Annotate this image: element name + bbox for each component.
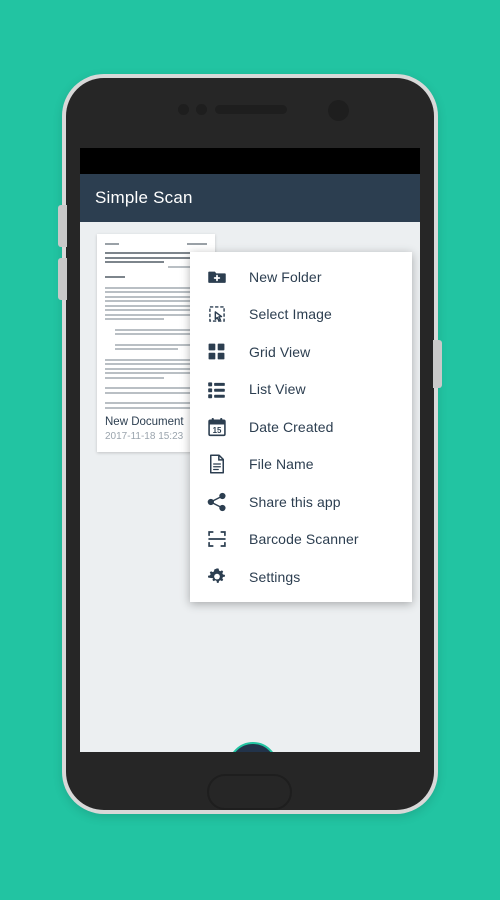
camera-fab-button[interactable] (228, 742, 278, 752)
menu-item-select-image[interactable]: Select Image (190, 296, 412, 334)
grid-view-icon (206, 341, 227, 362)
svg-text:15: 15 (212, 426, 221, 435)
thumbnail-header-lines (105, 243, 207, 245)
menu-item-new-folder[interactable]: New Folder (190, 258, 412, 296)
share-icon (206, 491, 227, 512)
app-bar: Simple Scan (80, 174, 420, 222)
menu-item-label: List View (249, 381, 306, 398)
menu-item-settings[interactable]: Settings (190, 558, 412, 596)
select-image-icon (206, 304, 227, 325)
overflow-menu[interactable]: New Folder Select Image Grid View List V… (190, 252, 412, 602)
barcode-scanner-icon (206, 529, 227, 550)
menu-item-file-name[interactable]: File Name (190, 446, 412, 484)
light-sensor-icon (196, 104, 207, 115)
gear-icon (206, 566, 227, 587)
volume-up-button[interactable] (58, 205, 67, 247)
power-button[interactable] (433, 340, 442, 388)
menu-item-label: File Name (249, 456, 314, 473)
menu-item-date-created[interactable]: 15 Date Created (190, 408, 412, 446)
list-view-icon (206, 379, 227, 400)
content-area: New Document 2017-11-18 15:23 New Folder… (80, 222, 420, 752)
menu-item-label: Grid View (249, 343, 311, 360)
menu-item-label: Select Image (249, 306, 332, 323)
page-title: Simple Scan (95, 188, 193, 207)
menu-item-share-this-app[interactable]: Share this app (190, 483, 412, 521)
menu-item-barcode-scanner[interactable]: Barcode Scanner (190, 521, 412, 559)
phone-screen: Simple Scan New Document 2017-11-18 15:2… (80, 148, 420, 752)
status-bar (80, 148, 420, 174)
menu-item-label: New Folder (249, 268, 322, 285)
proximity-sensor-icon (178, 104, 189, 115)
volume-down-button[interactable] (58, 258, 67, 300)
front-camera-icon (328, 100, 349, 121)
menu-item-label: Date Created (249, 418, 334, 435)
menu-item-label: Share this app (249, 493, 341, 510)
home-button[interactable] (207, 774, 292, 810)
earpiece-speaker (215, 105, 287, 114)
file-icon (206, 454, 227, 475)
menu-item-grid-view[interactable]: Grid View (190, 333, 412, 371)
new-folder-icon (206, 266, 227, 287)
calendar-icon: 15 (206, 416, 227, 437)
menu-item-list-view[interactable]: List View (190, 371, 412, 409)
menu-item-label: Settings (249, 568, 301, 585)
menu-item-label: Barcode Scanner (249, 531, 359, 548)
